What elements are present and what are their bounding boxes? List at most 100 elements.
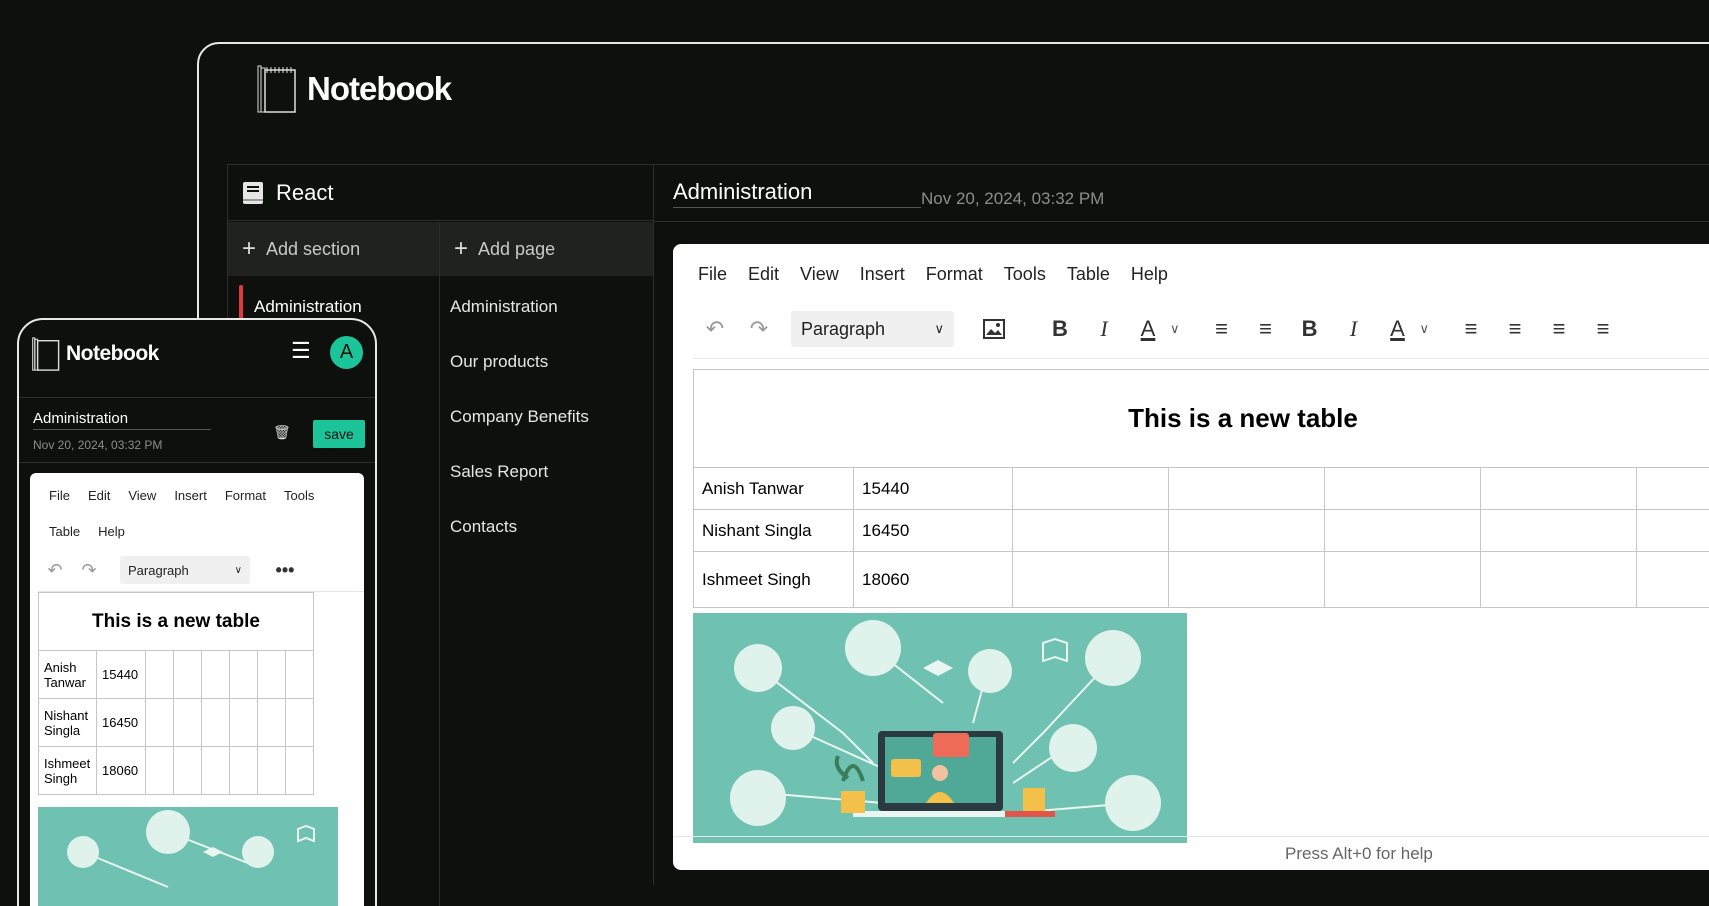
table-cell-value[interactable]: 18060	[96, 746, 146, 795]
trash-icon[interactable]: 🗑	[273, 424, 291, 441]
table-cell-last[interactable]: Tanwar	[44, 675, 86, 690]
page-item-administration[interactable]: Administration	[450, 297, 558, 317]
menu-edit[interactable]: Edit	[88, 483, 110, 509]
table-cell-name[interactable]: Nishant Singla	[692, 509, 855, 552]
menu-tools[interactable]: Tools	[284, 483, 314, 509]
table-cell-first[interactable]: Anish	[44, 660, 77, 675]
block-format-select[interactable]: Paragraph ∨	[120, 556, 250, 584]
menu-format[interactable]: Format	[926, 264, 983, 285]
text-color-icon[interactable]: A	[1126, 311, 1170, 347]
page-header: Administration Nov 20, 2024, 03:32 PM	[673, 179, 1709, 219]
desktop-frame: Notebook React + Add section + Add page	[197, 42, 1709, 906]
redo-icon[interactable]: ↷	[737, 311, 781, 347]
table-cell-value[interactable]: 18060	[853, 551, 1014, 608]
menu-file[interactable]: File	[698, 264, 727, 285]
chevron-down-icon[interactable]: ∨	[1170, 321, 1180, 337]
page-item-sales-report[interactable]: Sales Report	[450, 462, 548, 482]
help-hint: Press Alt+0 for help	[1285, 843, 1433, 863]
table-row: Anish Tanwar 15440	[38, 650, 314, 699]
menu-insert[interactable]: Insert	[174, 483, 207, 509]
menu-edit[interactable]: Edit	[748, 264, 779, 285]
align-left-icon[interactable]: ≡	[1449, 311, 1493, 347]
mobile-header: Notebook ☰ A	[19, 320, 375, 398]
menu-file[interactable]: File	[49, 483, 70, 509]
undo-icon[interactable]: ↶	[693, 311, 737, 347]
mobile-logo[interactable]: Notebook	[32, 336, 159, 372]
menu-view[interactable]: View	[128, 483, 156, 509]
page-title-input[interactable]: Administration	[33, 410, 211, 430]
italic-icon[interactable]: I	[1082, 311, 1126, 347]
table-cell-first[interactable]: Ishmeet	[44, 756, 90, 771]
add-section-button[interactable]: + Add section	[228, 222, 439, 276]
people-network-illustration[interactable]	[693, 613, 1187, 843]
app-logo[interactable]: Notebook	[257, 64, 452, 114]
menu-help[interactable]: Help	[98, 519, 125, 545]
bold-icon[interactable]: B	[1038, 311, 1082, 347]
align-right-icon[interactable]: ≡	[1537, 311, 1581, 347]
notebook-header: React	[228, 165, 653, 221]
table-cell-name[interactable]: Ishmeet Singh	[692, 551, 855, 608]
table-cell-last[interactable]: Singla	[44, 723, 80, 738]
bold-icon[interactable]: B	[1288, 311, 1332, 347]
divider	[19, 462, 375, 463]
table-cell-value[interactable]: 16450	[96, 698, 146, 747]
align-justify-icon[interactable]: ≡	[1581, 311, 1625, 347]
menu-help[interactable]: Help	[1131, 264, 1168, 285]
align-center-icon[interactable]: ≡	[1493, 311, 1537, 347]
more-icon[interactable]: •••	[268, 555, 302, 585]
people-network-illustration[interactable]	[38, 807, 338, 906]
editor-toolbar: ↶ ↷ Paragraph ∨ B I A ∨ ≡ ≡ B I A ∨ ≡ ≡ …	[673, 304, 1709, 354]
table-cell-last[interactable]: Singh	[44, 771, 77, 786]
table-row: Anish Tanwar 15440	[692, 467, 1709, 510]
table-cell-first[interactable]: Nishant	[44, 708, 88, 723]
page-title-input[interactable]: Administration	[673, 179, 921, 208]
align-left-icon[interactable]: ≡	[1200, 311, 1244, 347]
save-button[interactable]: save	[313, 420, 365, 448]
editor-content[interactable]: This is a new table Anish Tanwar 15440 N…	[692, 358, 1709, 843]
table-row: Nishant Singla 16450	[38, 698, 314, 747]
data-table[interactable]: This is a new table Anish Tanwar 15440 Ni…	[38, 592, 314, 795]
table-cell-value[interactable]: 15440	[96, 650, 146, 699]
section-item-administration[interactable]: Administration	[254, 297, 362, 317]
add-section-label: Add section	[266, 238, 361, 259]
editor-toolbar: ↶ ↷ Paragraph ∨ •••	[38, 553, 348, 587]
table-row: Nishant Singla 16450	[692, 509, 1709, 552]
rich-text-editor: File Edit View Insert Format Tools Table…	[673, 244, 1709, 870]
divider	[654, 221, 1709, 222]
table-cell-name[interactable]: Anish Tanwar	[692, 467, 855, 510]
page-item-our-products[interactable]: Our products	[450, 352, 548, 372]
data-table[interactable]: This is a new table Anish Tanwar 15440 N…	[692, 369, 1709, 608]
table-cell-value[interactable]: 16450	[853, 509, 1014, 552]
italic-icon[interactable]: I	[1332, 311, 1376, 347]
text-color-icon[interactable]: A	[1376, 311, 1420, 347]
menu-table[interactable]: Table	[1067, 264, 1110, 285]
editor-menubar: File Edit View Insert Format Tools Table…	[673, 244, 1168, 304]
avatar[interactable]: A	[330, 336, 363, 369]
editor-content[interactable]: This is a new table Anish Tanwar 15440 Ni…	[38, 591, 364, 906]
page-date: Nov 20, 2024, 03:32 PM	[33, 438, 163, 452]
add-page-button[interactable]: + Add page	[440, 222, 653, 276]
align-center-icon[interactable]: ≡	[1244, 311, 1288, 347]
image-icon[interactable]	[972, 311, 1016, 347]
page-item-company-benefits[interactable]: Company Benefits	[450, 407, 589, 427]
add-page-label: Add page	[478, 238, 556, 259]
undo-icon[interactable]: ↶	[38, 555, 72, 585]
table-caption: This is a new table	[693, 369, 1709, 468]
page-date: Nov 20, 2024, 03:32 PM	[921, 189, 1105, 208]
redo-icon[interactable]: ↷	[72, 555, 106, 585]
table-caption: This is a new table	[38, 592, 314, 651]
page-item-contacts[interactable]: Contacts	[450, 517, 517, 537]
menu-table[interactable]: Table	[49, 519, 80, 545]
block-format-select[interactable]: Paragraph ∨	[791, 311, 954, 347]
menu-view[interactable]: View	[800, 264, 839, 285]
app-layout: React + Add section + Add page Administr…	[227, 164, 1709, 906]
hamburger-icon[interactable]: ☰	[291, 338, 311, 364]
menu-tools[interactable]: Tools	[1004, 264, 1046, 285]
table-cell-value[interactable]: 15440	[853, 467, 1014, 510]
notebook-title: React	[276, 179, 334, 205]
chevron-down-icon[interactable]: ∨	[1420, 321, 1430, 337]
notebook-logo-icon	[257, 65, 296, 113]
menu-insert[interactable]: Insert	[860, 264, 905, 285]
menu-format[interactable]: Format	[225, 483, 266, 509]
brand-name: Notebook	[66, 342, 159, 365]
